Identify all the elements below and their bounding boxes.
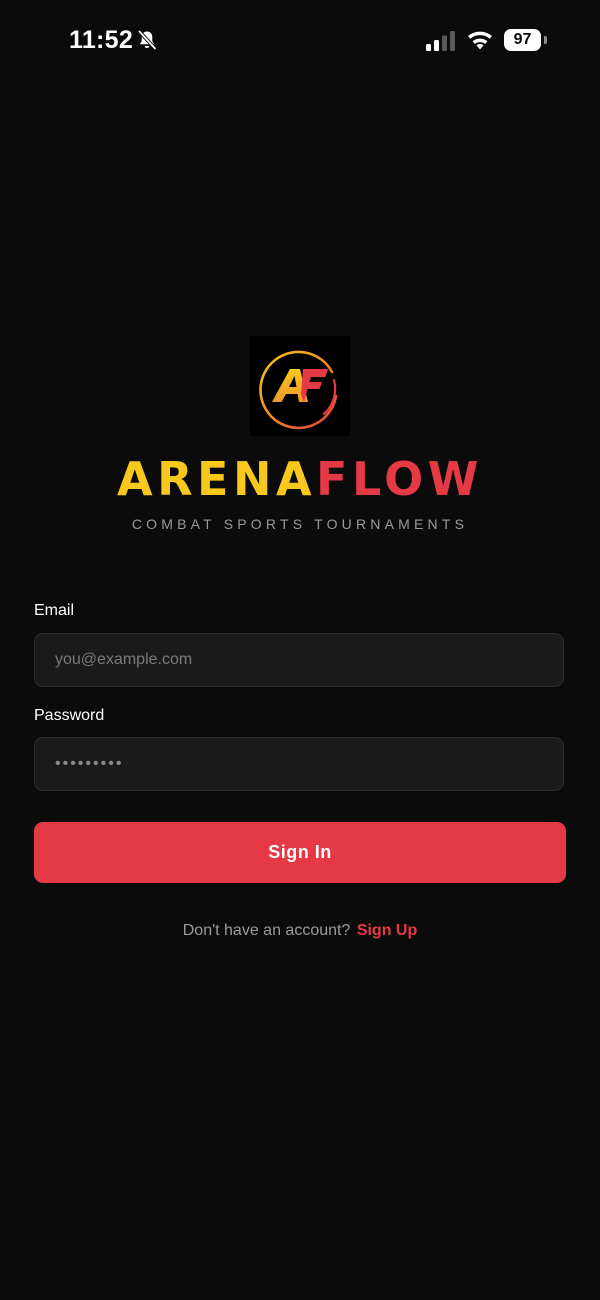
signup-prompt-line: Don't have an account? Sign Up <box>0 922 600 940</box>
email-label: Email <box>34 602 75 619</box>
battery-icon: 97 <box>504 29 548 51</box>
brand-name-part1: ARENA <box>117 452 317 506</box>
wifi-icon <box>468 31 492 50</box>
email-field-container <box>34 633 564 687</box>
brand-tagline: COMBAT SPORTS TOURNAMENTS <box>131 516 469 532</box>
email-field[interactable] <box>35 634 563 686</box>
status-time: 11:52 <box>69 26 134 54</box>
battery-tip <box>544 36 547 44</box>
status-bar: 11:52 97 <box>0 0 600 80</box>
brand-name-part2: FLOW <box>316 452 483 506</box>
cellular-signal-icon <box>426 31 455 51</box>
battery-level: 97 <box>504 29 541 51</box>
sign-up-link[interactable]: Sign Up <box>357 922 417 939</box>
arenaflow-logo <box>250 336 350 436</box>
sign-in-button[interactable]: Sign In <box>34 822 566 883</box>
bell-slash-icon <box>137 29 157 51</box>
brand-name: ARENAFLOW <box>0 451 600 507</box>
password-field-container: ••••••••• <box>34 737 564 791</box>
password-label: Password <box>34 707 105 724</box>
signup-prompt: Don't have an account? <box>182 922 351 939</box>
password-field[interactable] <box>35 738 563 790</box>
